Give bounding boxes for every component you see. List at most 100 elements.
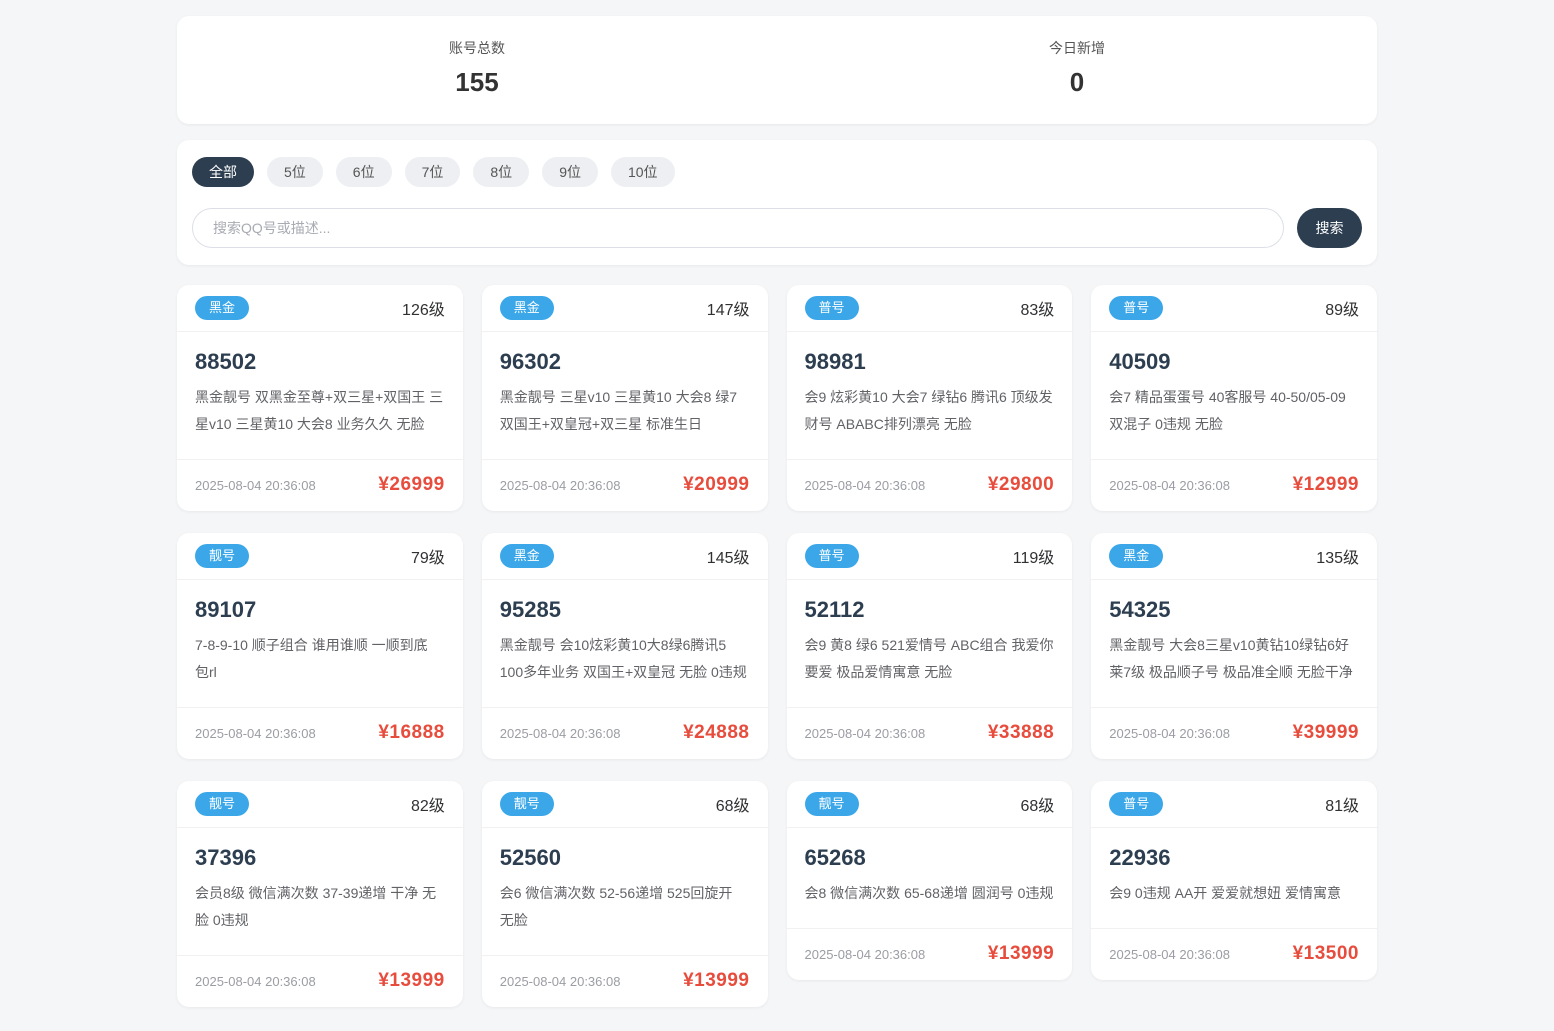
account-type-badge: 普号 [804,296,859,320]
account-card-body: 40509 会7 精品蛋蛋号 40客服号 40-50/05-09 双混子 0违规… [1091,332,1377,459]
account-type-badge: 普号 [1109,792,1164,816]
listing-timestamp: 2025-08-04 20:36:08 [195,477,316,493]
account-description: 会7 精品蛋蛋号 40客服号 40-50/05-09 双混子 0违规 无脸 [1109,389,1346,432]
filter-tab[interactable]: 7位 [404,157,461,187]
account-card[interactable]: 黑金 135级 54325 黑金靓号 大会8三星v10黄钻10绿钻6好莱7级 极… [1091,533,1377,759]
account-number: 89107 [195,597,257,622]
search-button[interactable]: 搜索 [1297,208,1362,248]
account-card-body: 37396 会员8级 微信满次数 37-39递增 干净 无脸 0违规 [177,828,463,955]
filter-tab[interactable]: 6位 [335,157,392,187]
stat-total-accounts: 账号总数 155 [177,38,777,98]
account-number: 65268 [804,845,866,870]
account-description: 黑金靓号 三星v10 三星黄10 大会8 绿7 双国王+双皇冠+双三星 标准生日 [499,389,738,432]
account-card-header: 普号 81级 [1091,781,1377,828]
account-card[interactable]: 黑金 145级 95285 黑金靓号 会10炫彩黄10大8绿6腾讯5 100多年… [481,533,768,759]
account-card[interactable]: 普号 81级 22936 会9 0违规 AA开 爱爱就想妞 爱情寓意 2025-… [1091,781,1377,980]
account-type-badge: 靓号 [195,792,250,816]
account-type-badge: 普号 [804,544,859,568]
account-description: 黑金靓号 会10炫彩黄10大8绿6腾讯5 100多年业务 双国王+双皇冠 无脸 … [499,637,747,680]
account-type-badge: 黑金 [499,544,554,568]
account-card-header: 靓号 68级 [786,781,1073,828]
account-level: 83级 [1020,302,1055,319]
account-type-badge: 靓号 [499,792,554,816]
price: ¥13999 [683,970,750,991]
stat-new-today-value: 0 [1069,67,1085,97]
account-card-header: 黑金 145级 [481,533,768,580]
account-number: 96302 [499,349,561,374]
account-card-body: 88502 黑金靓号 双黑金至尊+双三星+双国王 三星v10 三星黄10 大会8… [177,332,463,459]
listing-timestamp: 2025-08-04 20:36:08 [195,973,316,989]
filter-tab[interactable]: 8位 [473,157,530,187]
account-number: 52112 [804,597,865,622]
filter-tab[interactable]: 全部 [192,157,254,187]
listing-timestamp: 2025-08-04 20:36:08 [499,973,621,989]
account-description: 黑金靓号 大会8三星v10黄钻10绿钻6好莱7级 极品顺子号 极品准全顺 无脸干… [1109,637,1353,680]
account-level: 79级 [410,550,445,567]
account-card-header: 靓号 68级 [481,781,768,828]
search-row: 搜索 [192,208,1362,248]
filter-tab[interactable]: 9位 [542,157,598,187]
stat-new-today-label: 今日新增 [1049,40,1105,56]
listing-timestamp: 2025-08-04 20:36:08 [499,477,621,493]
account-card-body: 52560 会6 微信满次数 52-56递增 525回旋开 无脸 [482,828,768,955]
listing-timestamp: 2025-08-04 20:36:08 [195,725,316,741]
account-card-body: 96302 黑金靓号 三星v10 三星黄10 大会8 绿7 双国王+双皇冠+双三… [482,332,768,459]
stats-summary-card: 账号总数 155 今日新增 0 [177,16,1377,124]
account-card-footer: 2025-08-04 20:36:08 ¥13999 [481,955,768,1007]
account-description: 会9 0违规 AA开 爱爱就想妞 爱情寓意 [1109,885,1342,901]
account-description: 7-8-9-10 顺子组合 谁用谁顺 一顺到底 包rl [195,637,428,680]
listing-timestamp: 2025-08-04 20:36:08 [804,946,926,962]
account-card[interactable]: 靓号 68级 65268 会8 微信满次数 65-68递增 圆润号 0违规 20… [786,781,1073,980]
account-level: 68级 [1020,798,1055,815]
listing-timestamp: 2025-08-04 20:36:08 [499,725,621,741]
account-card[interactable]: 黑金 147级 96302 黑金靓号 三星v10 三星黄10 大会8 绿7 双国… [481,285,768,511]
account-card-header: 黑金 147级 [481,285,768,332]
account-card-body: 22936 会9 0违规 AA开 爱爱就想妞 爱情寓意 [1091,828,1377,928]
digit-filter-tabs: 全部 5位 6位 7位 8位 9位 10位 [192,157,1362,187]
listing-timestamp: 2025-08-04 20:36:08 [1109,946,1230,962]
price: ¥29800 [987,474,1055,495]
account-number: 98981 [804,349,866,374]
filter-tab[interactable]: 5位 [267,157,323,187]
price: ¥26999 [378,474,445,495]
account-card[interactable]: 普号 89级 40509 会7 精品蛋蛋号 40客服号 40-50/05-09 … [1091,285,1377,511]
search-input[interactable] [192,208,1284,248]
stat-total-value: 155 [455,67,499,97]
account-card-header: 黑金 126级 [177,285,463,332]
account-card[interactable]: 普号 83级 98981 会9 炫彩黄10 大会7 绿钻6 腾讯6 顶级发财号 … [786,285,1073,511]
account-number: 22936 [1109,845,1171,870]
account-card-footer: 2025-08-04 20:36:08 ¥20999 [481,459,768,511]
account-type-badge: 黑金 [195,296,250,320]
account-card[interactable]: 普号 119级 52112 会9 黄8 绿6 521爱情号 ABC组合 我爱你要… [786,533,1073,759]
account-number: 88502 [195,349,257,374]
account-card-body: 89107 7-8-9-10 顺子组合 谁用谁顺 一顺到底 包rl [177,580,463,707]
account-level: 126级 [402,302,445,319]
account-type-badge: 靓号 [195,544,250,568]
account-level: 135级 [1316,550,1359,567]
account-card-body: 65268 会8 微信满次数 65-68递增 圆润号 0违规 [787,828,1073,928]
account-description: 会8 微信满次数 65-68递增 圆润号 0违规 [804,885,1054,901]
account-card-footer: 2025-08-04 20:36:08 ¥39999 [1091,707,1377,759]
price: ¥16888 [378,722,445,743]
account-number: 40509 [1109,349,1171,374]
price: ¥13500 [1292,943,1359,964]
account-card-header: 黑金 135级 [1091,533,1377,580]
account-card-body: 54325 黑金靓号 大会8三星v10黄钻10绿钻6好莱7级 极品顺子号 极品准… [1091,580,1377,707]
stat-total-label: 账号总数 [449,40,505,56]
price: ¥13999 [987,943,1055,964]
account-card-header: 普号 119级 [786,533,1073,580]
account-card[interactable]: 靓号 82级 37396 会员8级 微信满次数 37-39递增 干净 无脸 0违… [177,781,463,1007]
account-card-header: 靓号 79级 [177,533,463,580]
account-number: 54325 [1109,597,1171,622]
account-type-badge: 黑金 [1109,544,1164,568]
price: ¥24888 [683,722,750,743]
account-type-badge: 普号 [1109,296,1164,320]
filter-tab[interactable]: 10位 [610,157,675,187]
listing-timestamp: 2025-08-04 20:36:08 [1109,477,1230,493]
account-card[interactable]: 靓号 79级 89107 7-8-9-10 顺子组合 谁用谁顺 一顺到底 包rl… [177,533,463,759]
account-type-badge: 黑金 [499,296,554,320]
account-card[interactable]: 靓号 68级 52560 会6 微信满次数 52-56递增 525回旋开 无脸 … [481,781,768,1007]
account-card[interactable]: 黑金 126级 88502 黑金靓号 双黑金至尊+双三星+双国王 三星v10 三… [177,285,463,511]
account-description: 会员8级 微信满次数 37-39递增 干净 无脸 0违规 [195,885,437,928]
account-card-body: 98981 会9 炫彩黄10 大会7 绿钻6 腾讯6 顶级发财号 ABABC排列… [787,332,1073,459]
